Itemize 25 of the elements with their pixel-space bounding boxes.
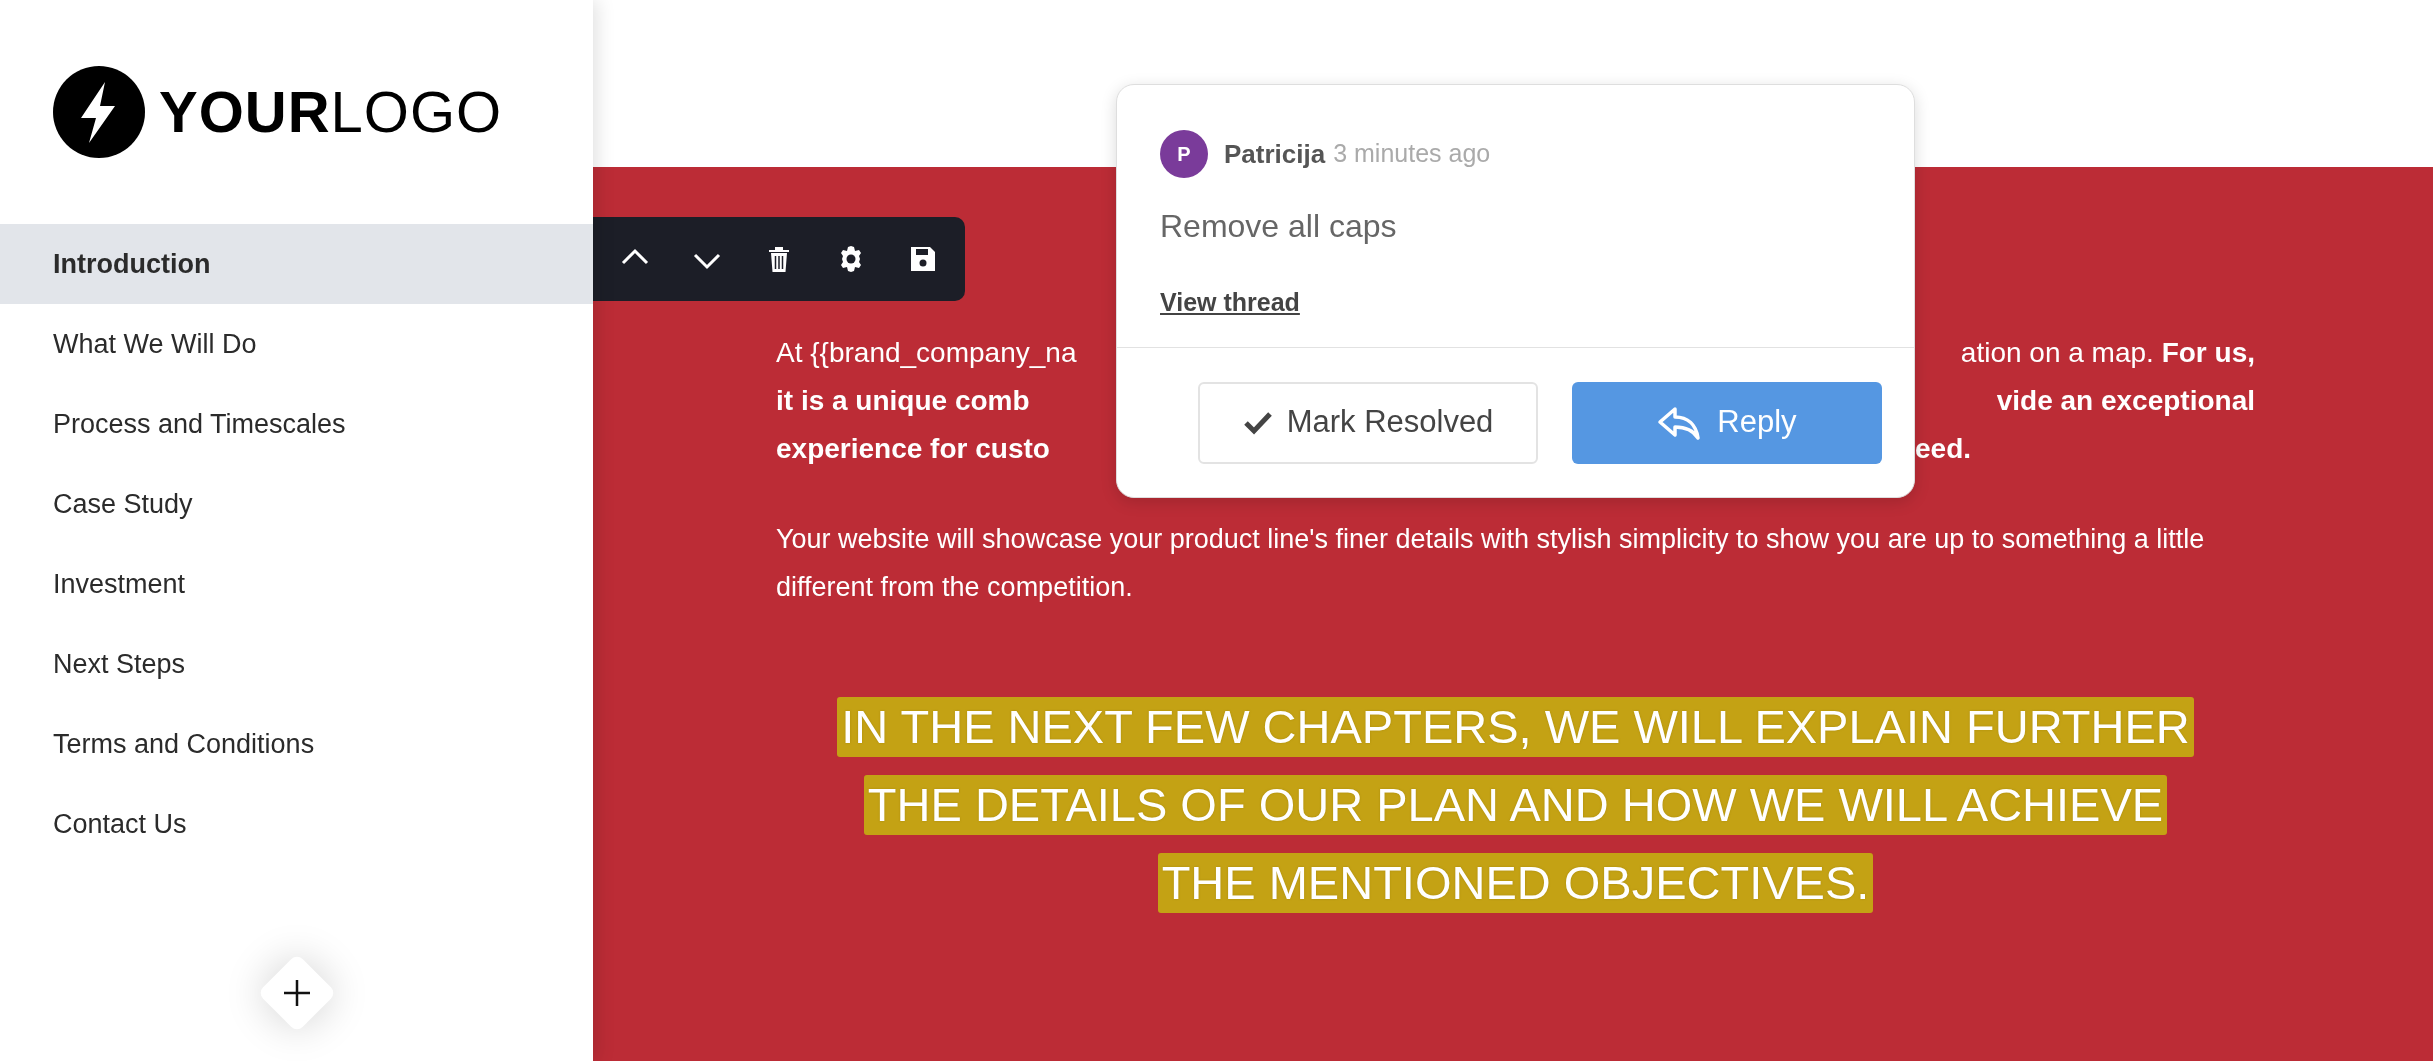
lightning-bolt-icon bbox=[53, 66, 145, 158]
nav-item[interactable]: Case Study bbox=[0, 464, 593, 544]
nav-item[interactable]: What We Will Do bbox=[0, 304, 593, 384]
paragraph-fragment: experience for custo bbox=[776, 432, 1050, 466]
comment-author: Patricija bbox=[1224, 137, 1326, 171]
avatar: P bbox=[1160, 130, 1208, 178]
comment-time: 3 minutes ago bbox=[1333, 138, 1491, 170]
reply-icon bbox=[1657, 404, 1702, 441]
paragraph-fragment: it is a unique comb bbox=[776, 384, 1030, 418]
logo: YOURLOGO bbox=[53, 66, 503, 158]
comment-text: Remove all caps bbox=[1160, 207, 1398, 246]
plus-icon bbox=[281, 977, 312, 1008]
paragraph-fragment: ation on a map. For us, bbox=[1960, 336, 2255, 370]
view-thread-link[interactable]: View thread bbox=[1160, 284, 1300, 322]
mark-resolved-button[interactable]: Mark Resolved bbox=[1198, 381, 1538, 464]
nav-item[interactable]: Investment bbox=[0, 544, 593, 624]
paragraph-fragment: vide an exceptional bbox=[1996, 384, 2255, 418]
paragraph-fragment: eed. bbox=[1915, 432, 1972, 466]
nav-item[interactable]: Contact Us bbox=[0, 784, 593, 864]
nav-item[interactable]: Introduction bbox=[0, 224, 593, 304]
paragraph-fragment: At {{brand_company_na bbox=[776, 336, 1077, 370]
nav-item[interactable]: Next Steps bbox=[0, 624, 593, 704]
nav-item[interactable]: Process and Timescales bbox=[0, 384, 593, 464]
paragraph: Your website will showcase your product line's finer details with stylish simplicity to show you are up to something a little different from the competition. bbox=[776, 523, 2206, 604]
nav-item[interactable]: Terms and Conditions bbox=[0, 704, 593, 784]
